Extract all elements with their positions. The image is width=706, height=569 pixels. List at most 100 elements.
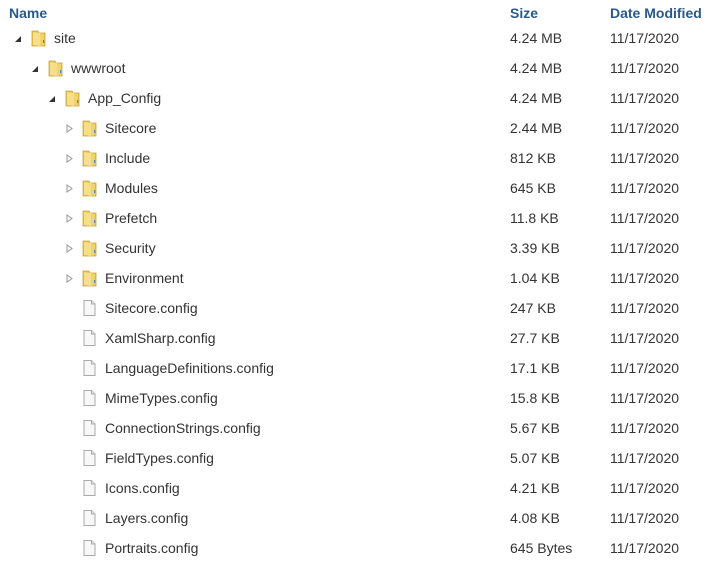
tree-row-file[interactable]: Icons.config 4.21 KB 11/17/2020 xyxy=(0,473,706,503)
tree-row-folder[interactable]: App_Config 4.24 MB 11/17/2020 xyxy=(0,83,706,113)
item-name[interactable]: Sitecore xyxy=(105,120,156,136)
item-date-modified: 11/17/2020 xyxy=(610,180,680,196)
name-cell: App_Config xyxy=(48,83,161,113)
item-size: 3.39 KB xyxy=(510,240,560,256)
name-cell: XamlSharp.config xyxy=(65,323,216,353)
item-name[interactable]: site xyxy=(54,30,76,46)
toggle-spacer xyxy=(65,514,74,523)
item-size: 4.21 KB xyxy=(510,480,560,496)
toggle-spacer xyxy=(65,424,74,433)
folder-icon xyxy=(81,269,98,287)
tree-row-folder[interactable]: Environment 1.04 KB 11/17/2020 xyxy=(0,263,706,293)
tree-row-file[interactable]: Layers.config 4.08 KB 11/17/2020 xyxy=(0,503,706,533)
item-name[interactable]: Portraits.config xyxy=(105,540,198,556)
name-cell: Layers.config xyxy=(65,503,188,533)
item-name[interactable]: Security xyxy=(105,240,156,256)
item-date-modified: 11/17/2020 xyxy=(610,390,680,406)
name-cell: Prefetch xyxy=(65,203,157,233)
item-name[interactable]: XamlSharp.config xyxy=(105,330,216,346)
name-cell: Modules xyxy=(65,173,158,203)
toggle-spacer xyxy=(65,454,74,463)
name-cell: FieldTypes.config xyxy=(65,443,214,473)
tree-row-file[interactable]: FieldTypes.config 5.07 KB 11/17/2020 xyxy=(0,443,706,473)
collapsed-triangle-icon[interactable] xyxy=(65,123,74,133)
tree-row-folder[interactable]: Security 3.39 KB 11/17/2020 xyxy=(0,233,706,263)
item-name[interactable]: Include xyxy=(105,150,150,166)
toggle-spacer xyxy=(65,334,74,343)
tree-row-file[interactable]: LanguageDefinitions.config 17.1 KB 11/17/2… xyxy=(0,353,706,383)
folder-icon xyxy=(81,149,98,167)
file-icon xyxy=(81,479,98,497)
file-icon xyxy=(81,359,98,377)
file-icon xyxy=(81,539,98,557)
item-name[interactable]: Prefetch xyxy=(105,210,157,226)
tree-row-folder[interactable]: site 4.24 MB 11/17/2020 xyxy=(0,23,706,53)
item-name[interactable]: Icons.config xyxy=(105,480,180,496)
item-size: 27.7 KB xyxy=(510,330,560,346)
folder-icon xyxy=(64,89,81,107)
item-size: 17.1 KB xyxy=(510,360,560,376)
tree-row-folder[interactable]: Sitecore 2.44 MB 11/17/2020 xyxy=(0,113,706,143)
name-cell: wwwroot xyxy=(31,53,125,83)
item-size: 5.67 KB xyxy=(510,420,560,436)
item-size: 4.24 MB xyxy=(510,90,563,106)
toggle-spacer xyxy=(65,484,74,493)
collapsed-triangle-icon[interactable] xyxy=(65,273,74,283)
file-icon xyxy=(81,419,98,437)
item-size: 247 KB xyxy=(510,300,556,316)
item-date-modified: 11/17/2020 xyxy=(610,30,680,46)
file-icon xyxy=(81,329,98,347)
item-name[interactable]: LanguageDefinitions.config xyxy=(105,360,274,376)
item-name[interactable]: ConnectionStrings.config xyxy=(105,420,261,436)
tree-row-file[interactable]: XamlSharp.config 27.7 KB 11/17/2020 xyxy=(0,323,706,353)
item-name[interactable]: wwwroot xyxy=(71,60,125,76)
file-icon xyxy=(81,509,98,527)
collapsed-triangle-icon[interactable] xyxy=(65,183,74,193)
item-name[interactable]: FieldTypes.config xyxy=(105,450,214,466)
item-size: 2.44 MB xyxy=(510,120,563,136)
item-name[interactable]: Sitecore.config xyxy=(105,300,198,316)
tree-row-folder[interactable]: Include 812 KB 11/17/2020 xyxy=(0,143,706,173)
collapsed-triangle-icon[interactable] xyxy=(65,153,74,163)
collapsed-triangle-icon[interactable] xyxy=(65,213,74,223)
expanded-triangle-icon[interactable] xyxy=(31,64,40,73)
item-size: 5.07 KB xyxy=(510,450,560,466)
item-size: 812 KB xyxy=(510,150,556,166)
file-icon xyxy=(81,299,98,317)
name-cell: Environment xyxy=(65,263,184,293)
file-icon xyxy=(81,449,98,467)
item-name[interactable]: App_Config xyxy=(88,90,161,106)
name-cell: Security xyxy=(65,233,156,263)
folder-icon xyxy=(47,59,64,77)
file-icon xyxy=(81,389,98,407)
tree-row-file[interactable]: ConnectionStrings.config 5.67 KB 11/17/202… xyxy=(0,413,706,443)
item-date-modified: 11/17/2020 xyxy=(610,240,680,256)
folder-icon xyxy=(81,119,98,137)
expanded-triangle-icon[interactable] xyxy=(14,34,23,43)
name-cell: Portraits.config xyxy=(65,533,198,563)
item-date-modified: 11/17/2020 xyxy=(610,60,680,76)
column-header-size[interactable]: Size xyxy=(510,5,538,21)
tree-row-folder[interactable]: wwwroot 4.24 MB 11/17/2020 xyxy=(0,53,706,83)
item-name[interactable]: MimeTypes.config xyxy=(105,390,218,406)
toggle-spacer xyxy=(65,304,74,313)
folder-icon xyxy=(30,29,47,47)
item-date-modified: 11/17/2020 xyxy=(610,210,680,226)
tree-row-file[interactable]: MimeTypes.config 15.8 KB 11/17/2020 xyxy=(0,383,706,413)
tree-row-file[interactable]: Portraits.config 645 Bytes 11/17/2020 xyxy=(0,533,706,563)
tree-row-folder[interactable]: Modules 645 KB 11/17/2020 xyxy=(0,173,706,203)
item-size: 645 Bytes xyxy=(510,540,573,556)
item-name[interactable]: Environment xyxy=(105,270,184,286)
toggle-spacer xyxy=(65,394,74,403)
item-name[interactable]: Modules xyxy=(105,180,158,196)
tree-row-folder[interactable]: Prefetch 11.8 KB 11/17/2020 xyxy=(0,203,706,233)
expanded-triangle-icon[interactable] xyxy=(48,94,57,103)
collapsed-triangle-icon[interactable] xyxy=(65,243,74,253)
item-date-modified: 11/17/2020 xyxy=(610,90,680,106)
tree-row-file[interactable]: Sitecore.config 247 KB 11/17/2020 xyxy=(0,293,706,323)
item-name[interactable]: Layers.config xyxy=(105,510,188,526)
item-size: 4.08 KB xyxy=(510,510,560,526)
column-header-name[interactable]: Name xyxy=(9,5,47,21)
column-header-date-modified[interactable]: Date Modified xyxy=(610,5,702,21)
name-cell: site xyxy=(14,23,76,53)
